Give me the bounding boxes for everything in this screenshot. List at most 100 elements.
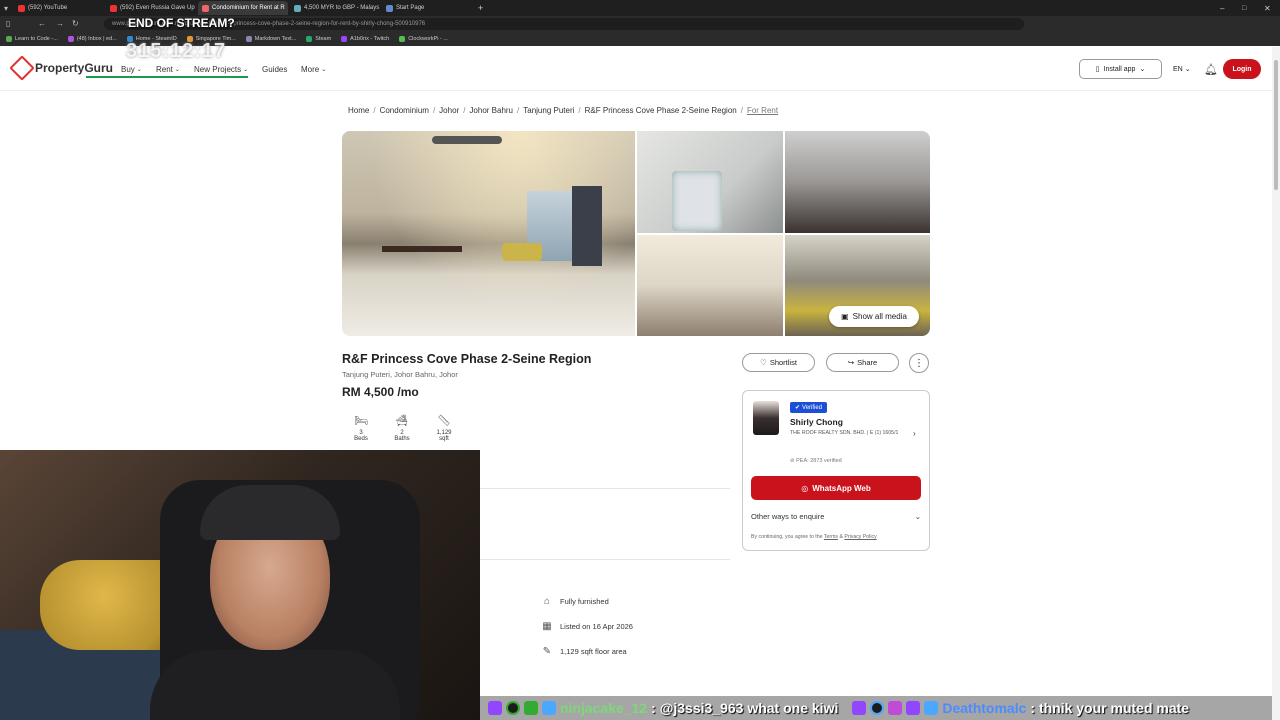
- chat-message: : @j3ssi3_963 what one kiwi: [651, 700, 839, 716]
- brand-logo[interactable]: PropertyGuru: [9, 55, 114, 81]
- bookmark-item[interactable]: Markdown Text...: [245, 36, 296, 42]
- agent-avatar[interactable]: [753, 401, 779, 435]
- breadcrumb-item[interactable]: Condominium: [380, 106, 429, 115]
- nav-guides[interactable]: Guides: [262, 65, 287, 74]
- phone-icon: ▯: [1095, 66, 1100, 73]
- scrollbar-thumb[interactable]: [1274, 60, 1278, 190]
- shortlist-button[interactable]: ♡ Shortlist: [742, 353, 815, 372]
- main-listing-photo[interactable]: [342, 131, 635, 336]
- breadcrumb-item[interactable]: Johor Bahru: [469, 106, 513, 115]
- tab-label: (592) Even Russia Gave Up: [120, 5, 195, 11]
- whatsapp-label: WhatsApp Web: [812, 483, 871, 493]
- tab-label: Condominium for Rent at R: [212, 5, 285, 11]
- stream-timer: 315:12:17: [126, 40, 227, 62]
- whatsapp-icon: ◎: [801, 483, 809, 493]
- privacy-policy-link[interactable]: Privacy Policy: [844, 534, 876, 540]
- install-app-button[interactable]: ▯ Install app ⌄: [1079, 59, 1162, 79]
- browser-tab-active[interactable]: Condominium for Rent at R: [198, 1, 289, 15]
- chat-badge-icon: [506, 701, 520, 715]
- webcam-overlay: [0, 450, 480, 720]
- browser-menu-icon[interactable]: ▾: [4, 4, 8, 13]
- nav-rent[interactable]: Rent ⌄: [156, 65, 180, 74]
- whatsapp-button[interactable]: ◎ WhatsApp Web: [751, 476, 921, 500]
- browser-tab[interactable]: 4,500 MYR to GBP - Malays: [290, 1, 380, 15]
- bath-icon: 🛁︎: [395, 415, 409, 427]
- brand-name: PropertyGuru: [35, 61, 114, 75]
- bookmark-favicon-icon: [67, 36, 74, 42]
- crown-badge-icon: [924, 701, 939, 715]
- show-all-media-button[interactable]: ▣ Show all media: [829, 306, 919, 327]
- breadcrumb-item[interactable]: R&F Princess Cove Phase 2-Seine Region: [585, 106, 737, 115]
- star-badge-icon: [906, 701, 921, 715]
- bookmark-item[interactable]: (48) Inbox | ed...: [67, 36, 117, 42]
- listing-location: Tanjung Puteri, Johor Bahru, Johor: [342, 370, 458, 379]
- youtube-favicon-icon: [110, 4, 118, 12]
- minimize-icon[interactable]: –: [1220, 4, 1224, 13]
- bookmark-item[interactable]: Learn to Code -...: [6, 36, 58, 42]
- nav-new-projects[interactable]: New Projects ⌄: [194, 65, 248, 74]
- bookmark-label: (48) Inbox | ed...: [76, 36, 117, 42]
- gem-badge-icon: [888, 701, 903, 715]
- bookmark-item[interactable]: A1b0rix - Twitch: [341, 36, 389, 42]
- bed-icon: 🛏︎: [354, 415, 368, 427]
- breadcrumb-item[interactable]: Tanjung Puteri: [523, 106, 574, 115]
- browser-tab[interactable]: (592) Even Russia Gave Up: [106, 1, 196, 15]
- sword-badge-icon: [524, 701, 538, 715]
- breadcrumb-item[interactable]: Home: [348, 106, 369, 115]
- terms-link[interactable]: Terms: [824, 534, 838, 540]
- verified-check-icon: ⊘: [790, 458, 795, 464]
- login-button[interactable]: Login: [1223, 59, 1261, 79]
- startpage-favicon-icon: [386, 4, 394, 12]
- twitch-badge-icon: [488, 701, 502, 715]
- nav-label: Rent: [156, 65, 173, 74]
- divider: [480, 559, 730, 560]
- share-icon: ↪: [847, 358, 855, 367]
- more-options-button[interactable]: ⋮: [909, 353, 929, 373]
- detail-furnishing: ⌂ Fully furnished: [542, 596, 609, 607]
- bookmark-favicon-icon: [6, 36, 12, 42]
- terms-text: By continuing, you agree to the: [751, 534, 823, 540]
- share-label: Share: [857, 358, 878, 367]
- share-button[interactable]: ↪ Share: [826, 353, 899, 372]
- detail-text: Listed on 16 Apr 2026: [560, 622, 633, 631]
- feature-label: Beds: [354, 436, 368, 442]
- breadcrumb-current[interactable]: For Rent: [747, 106, 778, 115]
- sidebar-icon[interactable]: ▯: [6, 19, 10, 28]
- listing-photo-kitchen[interactable]: [785, 131, 930, 233]
- reload-icon[interactable]: ↻: [72, 19, 79, 28]
- chat-badge-icon: [870, 701, 885, 715]
- terms-and: &: [839, 534, 843, 540]
- new-tab-button[interactable]: +: [478, 3, 483, 13]
- url-field[interactable]: www.propertyguru.com.my/property-listing…: [104, 18, 1024, 30]
- bookmark-item[interactable]: Steam: [306, 36, 331, 42]
- breadcrumb-separator: /: [432, 106, 436, 115]
- back-icon[interactable]: ←: [38, 19, 46, 28]
- photo-detail: [502, 243, 542, 261]
- forward-icon[interactable]: →: [56, 19, 64, 28]
- other-ways-toggle[interactable]: Other ways to enquire ⌄: [751, 512, 921, 521]
- chat-username: ninjacake_12: [560, 700, 648, 716]
- maximize-icon[interactable]: □: [1242, 5, 1246, 12]
- nav-more[interactable]: More ⌄: [301, 65, 326, 74]
- browser-tab[interactable]: Start Page: [382, 1, 472, 15]
- language-selector[interactable]: EN ⌄: [1173, 65, 1191, 73]
- agent-name[interactable]: Shirly Chong: [790, 417, 843, 427]
- nav-buy[interactable]: Buy ⌄: [121, 65, 142, 74]
- bookmark-label: Learn to Code -...: [15, 36, 58, 42]
- chevron-down-icon: ⌄: [914, 512, 921, 521]
- breadcrumb-separator: /: [740, 106, 743, 115]
- listing-photo-laundry[interactable]: [637, 131, 783, 233]
- ruler-icon: ✎: [542, 646, 552, 657]
- bookmark-item[interactable]: ClockworkPi - ...: [399, 36, 448, 42]
- chevron-right-icon[interactable]: ›: [913, 429, 916, 438]
- listing-title: R&F Princess Cove Phase 2-Seine Region: [342, 352, 592, 366]
- breadcrumb-item[interactable]: Johor: [439, 106, 459, 115]
- feature-area: 📏︎ 1,129 sqft: [429, 414, 459, 442]
- detail-text: Fully furnished: [560, 597, 609, 606]
- browser-tab[interactable]: (592) YouTube: [14, 1, 104, 15]
- close-window-icon[interactable]: ✕: [1264, 4, 1271, 13]
- chevron-down-icon: ⌄: [174, 67, 180, 73]
- listing-photo-dining[interactable]: [637, 235, 783, 336]
- check-badge-icon: ✔: [795, 405, 801, 411]
- bell-icon[interactable]: 🔔︎: [1204, 63, 1218, 76]
